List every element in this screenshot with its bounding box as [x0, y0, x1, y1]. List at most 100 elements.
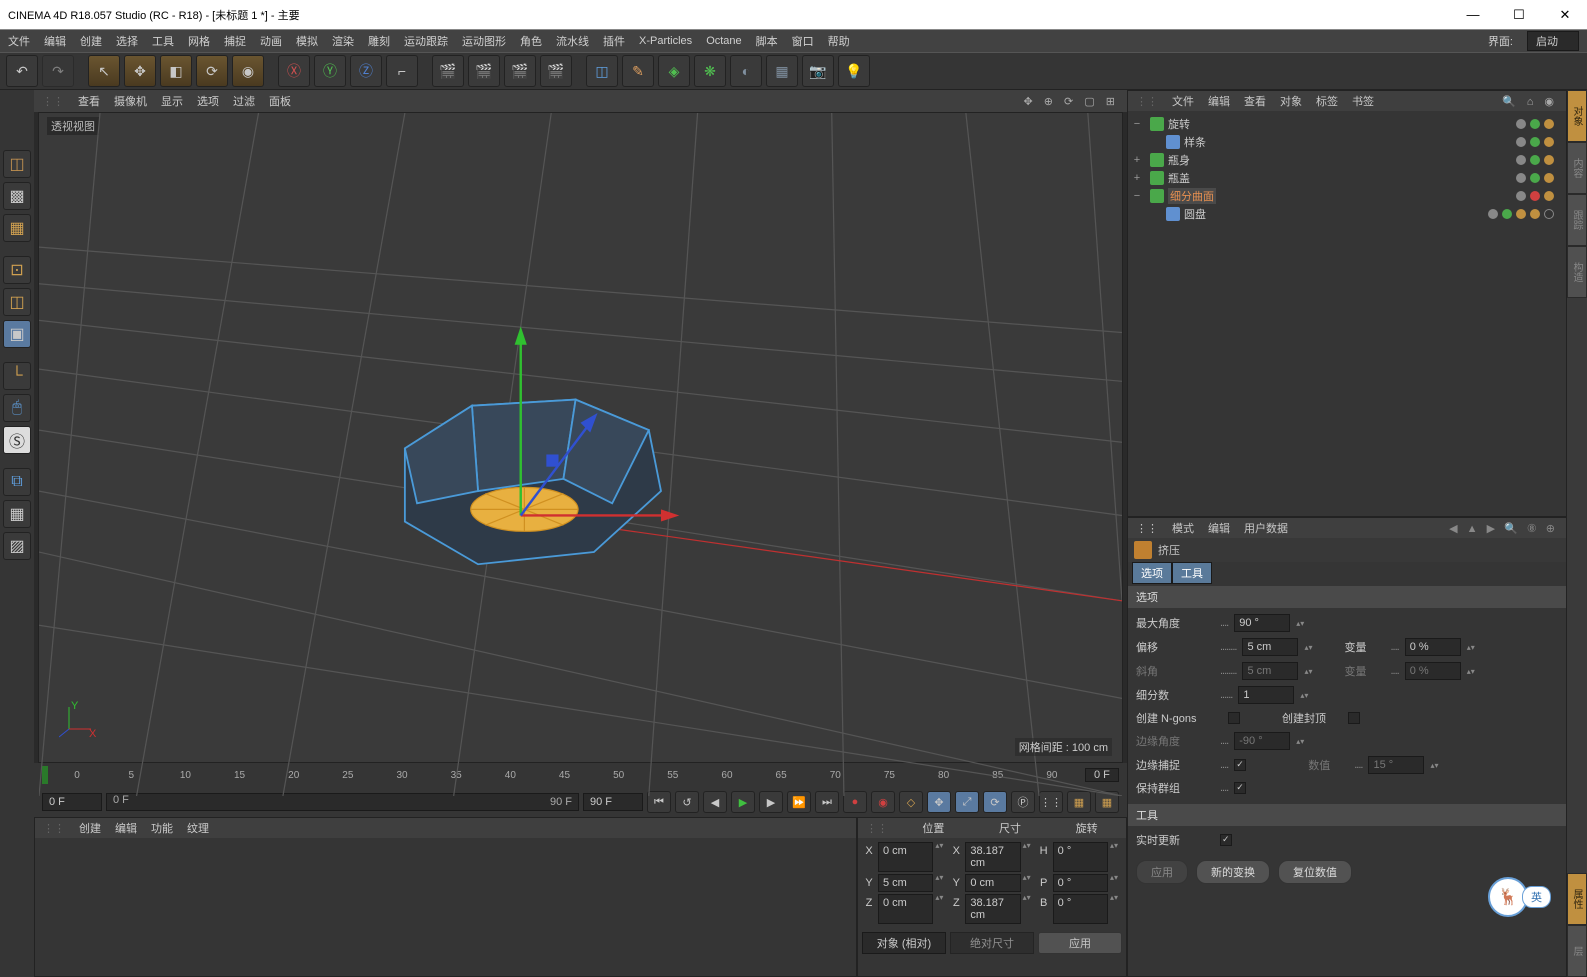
rot-b-field[interactable]: 0 ° — [1053, 894, 1108, 924]
object-name[interactable]: 细分曲面 — [1168, 188, 1216, 204]
close-button[interactable]: ✕ — [1551, 7, 1579, 23]
object-row[interactable]: +瓶身 — [1132, 151, 1562, 169]
add-deformer[interactable]: ❋ — [694, 55, 726, 87]
menu-tracker[interactable]: 运动跟踪 — [404, 33, 448, 49]
viewport-nav-icons[interactable]: ✥ ⊕ ⟳ ▢ ⊞ — [1024, 95, 1120, 108]
menu-tools[interactable]: 工具 — [152, 33, 174, 49]
size-mode-select[interactable]: 绝对尺寸 — [950, 932, 1034, 954]
object-tree[interactable]: −旋转样条+瓶身+瓶盖−细分曲面圆盘 — [1128, 111, 1566, 516]
ime-indicator[interactable]: 🦌 英 — [1488, 877, 1551, 917]
subdiv-field[interactable]: 1 — [1238, 686, 1294, 704]
axis-mode[interactable]: └ — [3, 362, 31, 390]
object-row[interactable]: −旋转 — [1132, 115, 1562, 133]
vp-menu-cameras[interactable]: 摄像机 — [114, 93, 147, 109]
obj-menu-tags[interactable]: 标签 — [1316, 93, 1338, 109]
mat-menu-edit[interactable]: 编辑 — [115, 820, 137, 836]
locked-workplane[interactable]: ▦ — [3, 500, 31, 528]
offset-var-field[interactable]: 0 % — [1405, 638, 1461, 656]
render-region[interactable]: 🎬 — [468, 55, 500, 87]
rot-p-field[interactable]: 0 ° — [1053, 874, 1108, 892]
obj-menu-edit[interactable]: 编辑 — [1208, 93, 1230, 109]
make-editable[interactable]: ◫ — [3, 150, 31, 178]
workplane[interactable]: ⧉ — [3, 468, 31, 496]
menu-character[interactable]: 角色 — [520, 33, 542, 49]
planar-workplane[interactable]: ▨ — [3, 532, 31, 560]
texture-mode[interactable]: ▦ — [3, 214, 31, 242]
object-name[interactable]: 样条 — [1184, 134, 1206, 150]
render-view[interactable]: 🎬 — [432, 55, 464, 87]
rotate-tool[interactable]: ⟳ — [196, 55, 228, 87]
dock-tab-4[interactable]: 构造 — [1567, 246, 1587, 298]
rot-h-field[interactable]: 0 ° — [1053, 842, 1108, 872]
menu-script[interactable]: 脚本 — [756, 33, 778, 49]
vp-menu-view[interactable]: 查看 — [78, 93, 100, 109]
size-y-field[interactable]: 0 cm — [965, 874, 1020, 892]
caps-checkbox[interactable] — [1348, 712, 1360, 724]
last-tool[interactable]: ◉ — [232, 55, 264, 87]
menu-mograph[interactable]: 运动图形 — [462, 33, 506, 49]
y-axis-toggle[interactable]: Ⓨ — [314, 55, 346, 87]
menu-mesh[interactable]: 网格 — [188, 33, 210, 49]
vp-menu-panel[interactable]: 面板 — [269, 93, 291, 109]
menu-xparticles[interactable]: X-Particles — [639, 35, 692, 47]
z-axis-toggle[interactable]: Ⓩ — [350, 55, 382, 87]
render-settings[interactable]: 🎬 — [504, 55, 536, 87]
point-mode[interactable]: ⊡ — [3, 256, 31, 284]
tab-tool[interactable]: 工具 — [1172, 562, 1212, 584]
menu-create[interactable]: 创建 — [80, 33, 102, 49]
menu-simulate[interactable]: 模拟 — [296, 33, 318, 49]
new-transform-button[interactable]: 新的变换 — [1196, 860, 1270, 884]
menu-octane[interactable]: Octane — [706, 35, 741, 47]
menu-help[interactable]: 帮助 — [828, 33, 850, 49]
live-select-tool[interactable]: ↖ — [88, 55, 120, 87]
mat-menu-create[interactable]: 创建 — [79, 820, 101, 836]
object-name[interactable]: 旋转 — [1168, 116, 1190, 132]
x-axis-toggle[interactable]: Ⓧ — [278, 55, 310, 87]
object-name[interactable]: 瓶盖 — [1168, 170, 1190, 186]
vp-menu-options[interactable]: 选项 — [197, 93, 219, 109]
coord-mode-select[interactable]: 对象 (相对) — [862, 932, 946, 954]
pos-y-field[interactable]: 5 cm — [878, 874, 933, 892]
obj-menu-view[interactable]: 查看 — [1244, 93, 1266, 109]
vp-menu-display[interactable]: 显示 — [161, 93, 183, 109]
obj-menu-file[interactable]: 文件 — [1172, 93, 1194, 109]
minimize-button[interactable]: — — [1459, 7, 1487, 23]
obj-menu-bookmarks[interactable]: 书签 — [1352, 93, 1374, 109]
edge-snap-checkbox[interactable] — [1234, 759, 1246, 771]
attr-menu-mode[interactable]: 模式 — [1172, 520, 1194, 536]
add-generator[interactable]: ◈ — [658, 55, 690, 87]
object-row[interactable]: −细分曲面 — [1132, 187, 1562, 205]
object-row[interactable]: 样条 — [1132, 133, 1562, 151]
object-name[interactable]: 瓶身 — [1168, 152, 1190, 168]
menu-file[interactable]: 文件 — [8, 33, 30, 49]
menu-render[interactable]: 渲染 — [332, 33, 354, 49]
keep-groups-checkbox[interactable] — [1234, 782, 1246, 794]
layout-selector[interactable]: 启动 — [1527, 31, 1579, 51]
add-cube[interactable]: ◫ — [586, 55, 618, 87]
attr-menu-userdata[interactable]: 用户数据 — [1244, 520, 1288, 536]
dock-tab-3[interactable]: 跟踪 — [1567, 194, 1587, 246]
size-z-field[interactable]: 38.187 cm — [965, 894, 1020, 924]
edge-mode[interactable]: ◫ — [3, 288, 31, 316]
add-light[interactable]: 📷 — [802, 55, 834, 87]
dock-tab-1[interactable]: 对象 — [1567, 90, 1587, 142]
menu-plugins[interactable]: 插件 — [603, 33, 625, 49]
picture-viewer[interactable]: 🎬 — [540, 55, 572, 87]
obj-panel-icons[interactable]: 🔍 ⌂ ◉ — [1502, 95, 1558, 108]
vp-menu-filter[interactable]: 过滤 — [233, 93, 255, 109]
polygon-mode[interactable]: ▣ — [3, 320, 31, 348]
add-spline[interactable]: ✎ — [622, 55, 654, 87]
menu-edit[interactable]: 编辑 — [44, 33, 66, 49]
realtime-checkbox[interactable] — [1220, 834, 1232, 846]
pos-z-field[interactable]: 0 cm — [878, 894, 933, 924]
add-light2[interactable]: 💡 — [838, 55, 870, 87]
move-tool[interactable]: ✥ — [124, 55, 156, 87]
menu-window[interactable]: 窗口 — [792, 33, 814, 49]
menu-pipeline[interactable]: 流水线 — [556, 33, 589, 49]
object-row[interactable]: +瓶盖 — [1132, 169, 1562, 187]
menu-select[interactable]: 选择 — [116, 33, 138, 49]
reset-values-button[interactable]: 复位数值 — [1278, 860, 1352, 884]
offset-field[interactable]: 5 cm — [1242, 638, 1298, 656]
pos-x-field[interactable]: 0 cm — [878, 842, 933, 872]
apply-button[interactable]: 应用 — [1136, 860, 1188, 884]
